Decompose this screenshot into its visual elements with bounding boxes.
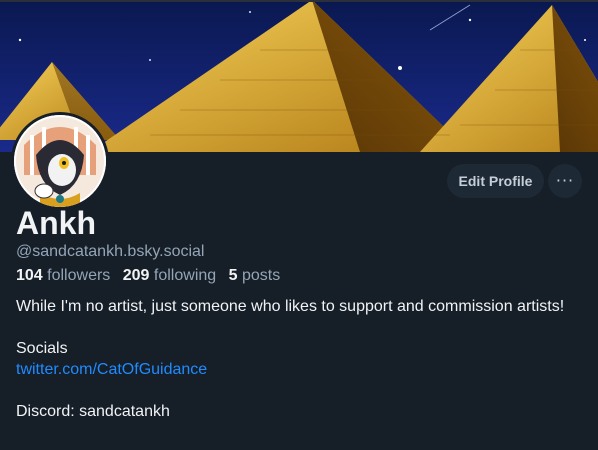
posts-stat: 5 posts <box>229 267 281 284</box>
ellipsis-icon: ··· <box>555 171 575 190</box>
following-count: 209 <box>122 267 150 284</box>
bio-spacer <box>16 317 586 338</box>
profile-stats: 104 followers 209 following 5 posts <box>16 266 288 286</box>
followers-label: followers <box>47 267 111 284</box>
avatar-image <box>14 115 106 207</box>
followers-stat[interactable]: 104 followers <box>16 267 110 284</box>
posts-count: 5 <box>228 267 238 284</box>
avatar[interactable] <box>11 112 109 210</box>
twitter-link[interactable]: twitter.com/CatOfGuidance <box>16 361 207 378</box>
profile-bio: While I'm no artist, just someone who li… <box>16 296 586 422</box>
bio-spacer <box>16 380 586 401</box>
following-stat[interactable]: 209 following <box>123 267 216 284</box>
more-options-button[interactable]: ··· <box>548 164 582 198</box>
handle: @sandcatankh.bsky.social <box>16 243 205 260</box>
followers-count: 104 <box>16 267 43 284</box>
bio-socials-heading: Socials <box>16 340 68 357</box>
bio-discord: Discord: sandcatankh <box>16 403 170 420</box>
edit-profile-button[interactable]: Edit Profile <box>447 164 544 198</box>
display-name: Ankh <box>16 205 96 241</box>
bio-intro: While I'm no artist, just someone who li… <box>16 298 565 315</box>
posts-label: posts <box>241 267 281 284</box>
following-label: following <box>153 267 217 284</box>
